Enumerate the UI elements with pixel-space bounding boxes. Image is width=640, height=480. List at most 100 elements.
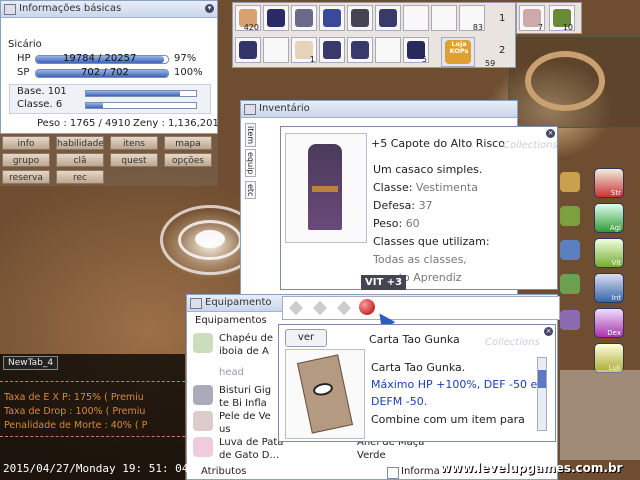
hotbar-slot-1-3[interactable] [291, 5, 317, 31]
inventory-tab-equip[interactable]: equip [245, 149, 256, 178]
hotbar-slot-1-1[interactable]: 420 [235, 5, 261, 32]
basic-info-title: Informações básicas [19, 3, 122, 14]
item-tooltip-title: +5 Capote do Alto Risco [371, 137, 505, 150]
menu-reserve-button[interactable]: reserva [2, 170, 50, 184]
menu-guild-button[interactable]: clã [56, 153, 104, 167]
hotbar-slot-2-5[interactable] [347, 37, 373, 63]
extra-hotbar: 7 10 [516, 2, 582, 34]
stat-label: Int [611, 294, 621, 302]
diamond-icon[interactable] [312, 300, 328, 316]
buff-icon[interactable] [560, 206, 580, 226]
slot-count: 7 [537, 23, 543, 32]
item-class-label: Classe: Vestimenta [373, 181, 478, 194]
item-image-frame [285, 133, 367, 243]
equip-head-slot-empty[interactable]: head [219, 367, 244, 378]
stat-dex-button[interactable]: Dex [594, 308, 624, 338]
def-value: 37 [418, 199, 433, 212]
buff-icon[interactable] [560, 274, 580, 294]
inventory-tab-item[interactable]: item [245, 123, 256, 148]
portal-ring [525, 51, 605, 111]
equip-garment-1[interactable]: Pele de Ve [219, 411, 271, 422]
equip-weapon-icon[interactable] [193, 385, 213, 405]
info-checkbox[interactable] [387, 467, 399, 479]
hotbar-slot-1-9[interactable]: 83 [459, 5, 485, 32]
menu-items-button[interactable]: itens [110, 136, 158, 150]
hotbar-slot-2-1[interactable] [235, 37, 261, 63]
def-label: Defesa: [373, 199, 419, 212]
card-desc-2: Máximo HP +100%, DEF -50 e [371, 378, 538, 391]
menu-info-button[interactable]: info [2, 136, 50, 150]
chat-tab[interactable]: NewTab_4 [3, 356, 59, 370]
stat-str-button[interactable]: Str [594, 168, 624, 198]
weight: Peso : 1765 / 4910 [37, 118, 131, 129]
extra-slot-1[interactable]: 7 [519, 5, 545, 32]
info-label: Informa [401, 466, 440, 477]
menu-skills-button[interactable]: habilidade [56, 136, 104, 150]
hotbar-slot-1-6[interactable] [375, 5, 401, 31]
card-desc-4: Combine com um item para [371, 413, 525, 426]
buff-icon[interactable] [560, 310, 580, 330]
attributes-toggle[interactable]: Atributos [201, 466, 246, 477]
watermark: www.levelupgames.com.br [440, 461, 623, 475]
menu-map-button[interactable]: mapa [164, 136, 212, 150]
menu-quest-button[interactable]: quest [110, 153, 158, 167]
card-desc-1: Carta Tao Gunka. [371, 361, 466, 374]
menu-options-button[interactable]: opções [164, 153, 212, 167]
menu-party-button[interactable]: grupo [2, 153, 50, 167]
equip-gloves-2[interactable]: de Gato D... [219, 450, 279, 461]
minimap[interactable] [508, 36, 640, 128]
diamond-icon[interactable] [288, 300, 304, 316]
base-level: Base. 101 [17, 86, 67, 97]
view-button[interactable]: ver [285, 329, 327, 347]
hp-label: HP [17, 53, 31, 64]
stat-luk-button[interactable]: Luk [594, 343, 624, 373]
hotbar-slot-1-5[interactable] [347, 5, 373, 31]
stat-vit-button[interactable]: Vit [594, 238, 624, 268]
scroll-thumb[interactable] [538, 370, 546, 388]
close-icon[interactable]: × [544, 327, 553, 336]
stat-label: Vit [611, 259, 621, 267]
equip-head-top-1[interactable]: Chapéu de [219, 333, 273, 344]
equip-garment-icon[interactable] [193, 411, 213, 431]
item-def-label: Defesa: 37 [373, 199, 433, 212]
equip-slot-head-icon[interactable] [193, 333, 213, 353]
inventory-titlebar[interactable]: Inventário [241, 101, 517, 118]
inventory-tab-etc[interactable]: etc [245, 181, 256, 200]
stat-agi-button[interactable]: Agi [594, 203, 624, 233]
slot-count: 5 [421, 55, 427, 64]
equip-gloves-1[interactable]: Luva de Pata [219, 437, 283, 448]
extra-slot-2[interactable]: 10 [549, 5, 575, 32]
diamond-icon[interactable] [336, 300, 352, 316]
hotbar-slot-2-2[interactable] [263, 37, 289, 63]
buff-icon[interactable] [560, 240, 580, 260]
equip-weapon-2[interactable]: te Bi Infla [219, 398, 267, 409]
menu-rec-button[interactable]: rec [56, 170, 104, 184]
stat-label: Agi [609, 224, 621, 232]
hotbar-slot-1-2[interactable] [263, 5, 289, 31]
minimize-icon[interactable]: ▾ [205, 4, 214, 13]
hotbar-slot-2-3[interactable]: 1 [291, 37, 317, 64]
card-image-frame [285, 349, 365, 439]
hotbar-slot-1-7[interactable] [403, 5, 429, 31]
item-classes-1: Todas as classes, [373, 253, 467, 266]
hotbar-slot-1-4[interactable] [319, 5, 345, 31]
hotbar-slot-1-8[interactable] [431, 5, 457, 31]
equip-gloves-icon[interactable] [193, 437, 213, 457]
equipment-header: Equipamentos [195, 315, 267, 326]
hotbar-slot-2-7[interactable]: 5 [403, 37, 429, 64]
tooltip-scrollbar[interactable] [537, 357, 547, 431]
stat-int-button[interactable]: Int [594, 273, 624, 303]
equip-head-top-2[interactable]: iboia de A [219, 346, 269, 357]
equip-weapon-1[interactable]: Bisturi Gig [219, 385, 271, 396]
hotbar-slot-2-4[interactable] [319, 37, 345, 63]
shop-slot[interactable]: Loja KOPs [441, 37, 475, 67]
buff-icon[interactable] [560, 172, 580, 192]
equip-garment-2[interactable]: us [219, 424, 231, 435]
basic-info-titlebar[interactable]: Informações básicas ▾ [1, 1, 217, 18]
red-orb-icon[interactable] [359, 299, 375, 315]
equip-accessory-2[interactable]: Verde [357, 450, 386, 461]
basic-info-window[interactable]: Informações básicas ▾ Sicário HP 19784 /… [0, 0, 219, 134]
main-menu: info habilidade itens mapa grupo clã que… [0, 134, 218, 186]
hotbar-slot-2-6[interactable] [375, 37, 401, 63]
close-icon[interactable]: × [546, 129, 555, 138]
